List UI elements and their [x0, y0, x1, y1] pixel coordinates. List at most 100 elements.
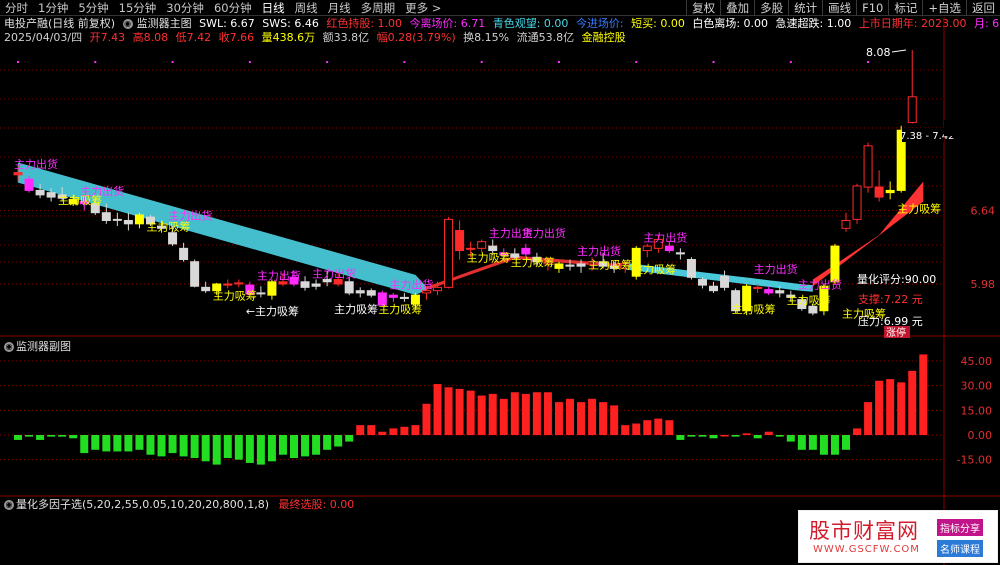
watermark-logo: 股市财富网 WWW.GSCFW.COM 指标分享 名师课程 — [798, 510, 998, 563]
candle-body — [642, 245, 652, 252]
signal-dot — [789, 61, 792, 63]
sub-bar — [323, 435, 332, 450]
candle-body — [488, 245, 498, 252]
signal-dot — [712, 61, 715, 63]
sub-bar — [588, 398, 597, 435]
sub-bar — [212, 435, 221, 465]
candle-body — [697, 279, 707, 286]
sub-bar — [632, 423, 641, 435]
candle-body — [223, 283, 233, 286]
annotation-chu: 主力出货 — [389, 277, 433, 291]
candle-body — [179, 247, 189, 260]
sub-bar — [234, 435, 243, 460]
trend-ribbon-red — [812, 181, 924, 287]
candle-body — [841, 219, 851, 229]
sub-bar — [875, 380, 884, 435]
sub-tick-label: -15.00 — [957, 454, 992, 467]
candle-body — [863, 145, 873, 188]
candle-body — [399, 296, 409, 299]
sub-bar — [444, 387, 453, 435]
sub-bar — [819, 435, 828, 455]
annotation-xi: 主力吸筹 — [632, 262, 676, 276]
sub-bar — [543, 392, 552, 435]
sub-bar — [665, 420, 674, 435]
candle-body — [808, 305, 818, 314]
candle-body — [46, 192, 56, 198]
sub-bar — [433, 384, 442, 435]
sub-bar — [378, 431, 387, 435]
annotation-xi: 主力吸筹 — [58, 193, 102, 207]
annotation-chu: 主力出货 — [577, 244, 621, 258]
watermark-tag-share: 指标分享 — [937, 519, 983, 536]
candle-body — [355, 290, 365, 294]
score-label: 量化评分:90.00 — [857, 272, 936, 286]
sub-bar — [643, 420, 652, 435]
sub-bar — [698, 435, 707, 437]
sub-bar — [554, 402, 563, 435]
annotation-xi: 主力吸筹 — [787, 293, 831, 307]
candle-body — [554, 263, 564, 269]
sub-bar — [709, 435, 718, 439]
sub-bar — [886, 379, 895, 435]
candle-body — [168, 232, 178, 245]
sub-tick-label: 15.00 — [961, 404, 993, 417]
sub-bar — [488, 393, 497, 435]
sub-bar — [610, 405, 619, 435]
signal-dot — [94, 61, 97, 63]
candle-body — [234, 282, 244, 285]
candle-body — [388, 294, 398, 298]
sub-bar — [168, 435, 177, 454]
sub-bar — [566, 398, 574, 435]
sub-bar — [245, 435, 254, 463]
candle-body — [300, 281, 310, 288]
factor-settings-circle-icon[interactable]: ◉ — [4, 500, 14, 510]
sub-bar — [157, 435, 166, 457]
annotation-xi: 主力吸筹 — [146, 220, 190, 234]
sub-bar — [47, 435, 56, 437]
annotation-xi: 主力吸筹 — [732, 302, 776, 316]
sub-bar — [290, 435, 298, 459]
signal-dot — [867, 61, 870, 63]
sub-bar — [345, 435, 354, 442]
candle-body — [466, 247, 476, 250]
factor-panel-title[interactable]: 量化多因子选(5,20,2,55,0.05,10,20,20,800,1,8) — [16, 498, 269, 511]
factor-result: 最终选股: 0.00 — [278, 498, 355, 511]
sub-bar — [25, 435, 34, 437]
sub-bar — [786, 435, 795, 442]
candle-body — [101, 212, 111, 221]
candle-body — [24, 178, 34, 191]
candle-body — [444, 218, 454, 288]
sub-bar — [797, 435, 806, 450]
sub-bar — [842, 435, 850, 450]
sub-bar — [301, 435, 310, 457]
sub-bar — [223, 435, 232, 459]
sub-bar — [577, 402, 586, 435]
signal-dot — [480, 61, 483, 63]
sub-bar — [687, 435, 696, 437]
sub-chart-title[interactable]: 监测器副图 — [16, 340, 71, 353]
kline-chart[interactable]: 7.386.645.98主力出货主力出货主力出货主力出货主力出货主力出货主力出货… — [0, 0, 1000, 565]
sub-bar — [455, 388, 464, 435]
sub-bar — [753, 435, 762, 439]
sub-settings-circle-icon[interactable]: ◉ — [4, 342, 14, 352]
annotation-xi: 主力吸筹 — [588, 257, 632, 271]
limit-up-badge: 涨停 — [886, 326, 906, 339]
watermark-tag-course: 名师课程 — [937, 540, 983, 557]
sub-bar — [179, 435, 188, 457]
sub-bar — [36, 435, 45, 440]
annotation-xi: 主力吸筹 — [511, 255, 555, 269]
sub-bar — [267, 435, 276, 462]
candle-body — [775, 290, 785, 294]
factor-panel-header: ◉ 量化多因子选(5,20,2,55,0.05,10,20,20,800,1,8)… — [4, 498, 354, 512]
sub-bar — [532, 392, 541, 435]
sub-bar — [113, 435, 122, 452]
sub-bar — [897, 382, 906, 435]
candle-body — [565, 264, 575, 267]
high-price-leader — [891, 49, 907, 53]
sub-bar — [278, 435, 287, 455]
sub-bar — [676, 435, 685, 440]
annotation-chu: 主力出货 — [522, 226, 566, 240]
high-price-label: 8.08 — [866, 46, 891, 59]
sub-bar — [654, 418, 663, 435]
candle-body — [477, 241, 487, 249]
